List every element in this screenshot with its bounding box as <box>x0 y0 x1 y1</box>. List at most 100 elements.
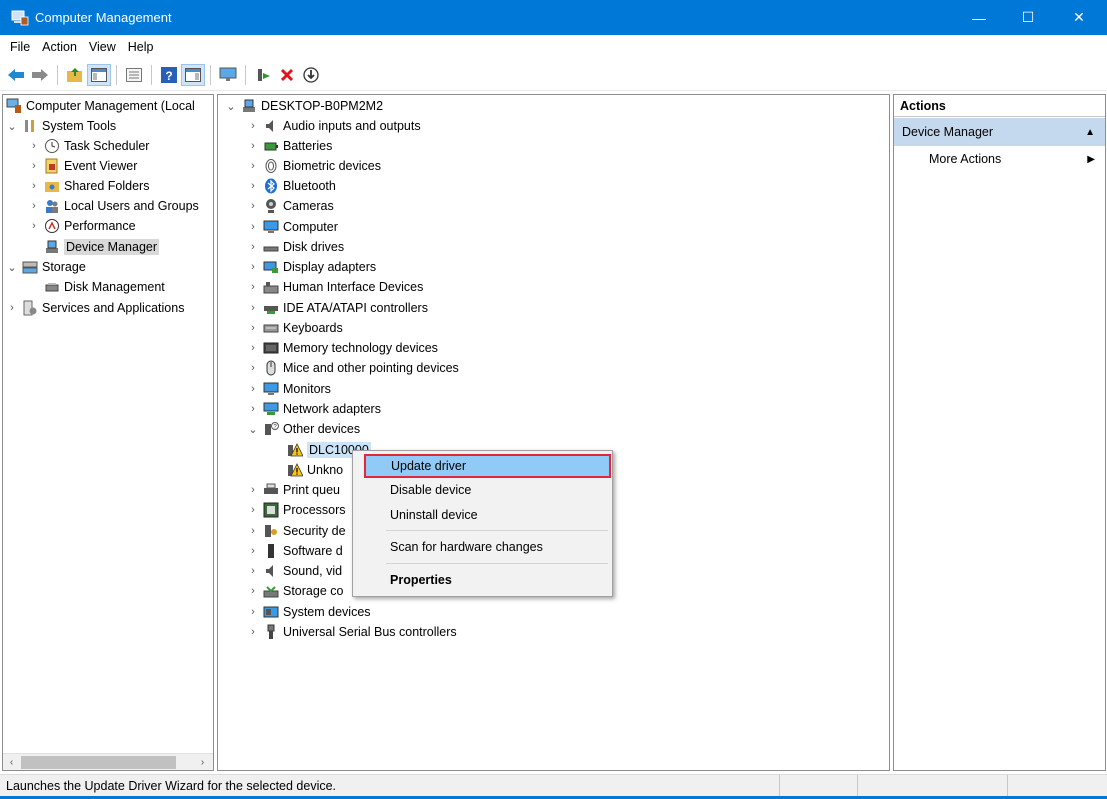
show-hide-tree-icon[interactable] <box>87 63 111 86</box>
chevron-right-icon[interactable]: › <box>246 545 260 557</box>
tree-item-usb-controllers[interactable]: › Universal Serial Bus controllers <box>246 622 457 642</box>
chevron-right-icon[interactable]: › <box>246 241 260 253</box>
scroll-right-icon[interactable]: › <box>194 754 211 771</box>
properties-menu-item[interactable]: Properties <box>355 568 610 592</box>
chevron-right-icon[interactable]: › <box>5 302 19 314</box>
forward-icon[interactable] <box>28 64 52 86</box>
chevron-right-icon[interactable]: › <box>27 200 41 212</box>
tree-item-services-applications[interactable]: › Services and Applications <box>5 298 184 318</box>
update-driver-menu-item[interactable]: Update driver <box>364 454 611 478</box>
help-icon[interactable]: ? <box>157 64 181 86</box>
tree-item-keyboards[interactable]: › Keyboards <box>246 318 343 338</box>
tree-item-bluetooth[interactable]: › Bluetooth <box>246 176 336 196</box>
tree-item-network-adapters[interactable]: › Network adapters <box>246 399 381 419</box>
tree-item-system-tools[interactable]: ⌄ System Tools <box>5 116 116 136</box>
tree-item-shared-folders[interactable]: › Shared Folders <box>27 176 149 196</box>
chevron-right-icon[interactable]: › <box>246 585 260 597</box>
tree-item-storage[interactable]: ⌄ Storage <box>5 257 85 277</box>
tree-item-software-devices[interactable]: › Software d <box>246 541 343 561</box>
horizontal-scrollbar[interactable]: ‹ › <box>3 753 213 770</box>
tree-item-disk-drives[interactable]: › Disk drives <box>246 237 344 257</box>
chevron-right-icon[interactable]: › <box>246 606 260 618</box>
uninstall-device-menu-item[interactable]: Uninstall device <box>355 503 610 527</box>
uninstall-icon[interactable] <box>275 64 299 86</box>
maximize-button[interactable]: ☐ <box>1004 0 1052 35</box>
chevron-right-icon[interactable]: › <box>246 221 260 233</box>
monitor-icon[interactable] <box>216 64 240 86</box>
tree-item-cameras[interactable]: › Cameras <box>246 196 334 216</box>
tree-item-local-users[interactable]: › Local Users and Groups <box>27 196 199 216</box>
tree-item-ide-ata[interactable]: › IDE ATA/ATAPI controllers <box>246 298 428 318</box>
chevron-right-icon[interactable]: › <box>246 120 260 132</box>
chevron-right-icon[interactable]: › <box>246 504 260 516</box>
chevron-right-icon[interactable]: › <box>246 302 260 314</box>
tree-item-storage-controllers[interactable]: › Storage co <box>246 581 343 601</box>
scrollbar-thumb[interactable] <box>21 756 176 769</box>
tree-item-processors[interactable]: › Processors <box>246 500 346 520</box>
menu-help[interactable]: Help <box>122 40 160 54</box>
tree-item-device-manager[interactable]: Device Manager <box>27 237 160 257</box>
actions-group-device-manager[interactable]: Device Manager ▲ <box>894 118 1105 146</box>
close-button[interactable]: ✕ <box>1055 0 1103 35</box>
scroll-left-icon[interactable]: ‹ <box>3 754 20 771</box>
menu-action[interactable]: Action <box>36 40 83 54</box>
menu-file[interactable]: File <box>4 40 36 54</box>
chevron-down-icon[interactable]: ⌄ <box>5 261 19 274</box>
enable-device-icon[interactable] <box>299 64 323 86</box>
scan-hardware-menu-item[interactable]: Scan for hardware changes <box>355 535 610 559</box>
tree-item-display-adapters[interactable]: › Display adapters <box>246 257 376 277</box>
tree-item-computer[interactable]: › Computer <box>246 217 338 237</box>
tree-item-task-scheduler[interactable]: › Task Scheduler <box>27 136 149 156</box>
tree-item-biometric[interactable]: › Biometric devices <box>246 156 381 176</box>
menu-view[interactable]: View <box>83 40 122 54</box>
chevron-right-icon[interactable]: › <box>246 322 260 334</box>
chevron-down-icon[interactable]: ⌄ <box>5 120 19 133</box>
back-icon[interactable] <box>4 64 28 86</box>
tree-item-sound-video[interactable]: › Sound, vid <box>246 561 342 581</box>
chevron-right-icon[interactable]: › <box>246 281 260 293</box>
tree-item-computer-management[interactable]: Computer Management (Local <box>3 96 195 116</box>
chevron-right-icon[interactable]: › <box>246 342 260 354</box>
tree-item-batteries[interactable]: › Batteries <box>246 136 332 156</box>
chevron-right-icon[interactable]: › <box>246 525 260 537</box>
minimize-button[interactable]: — <box>955 0 1003 35</box>
action-pane-icon[interactable] <box>181 63 205 86</box>
chevron-right-icon[interactable]: › <box>246 200 260 212</box>
tree-item-memory-tech[interactable]: › Memory technology devices <box>246 338 438 358</box>
chevron-right-icon[interactable]: › <box>27 140 41 152</box>
tree-item-unknown-device[interactable]: Unkno <box>270 460 343 480</box>
collapse-up-icon[interactable]: ▲ <box>1085 127 1095 138</box>
chevron-right-icon[interactable]: › <box>246 362 260 374</box>
tree-item-event-viewer[interactable]: › Event Viewer <box>27 156 137 176</box>
chevron-right-icon[interactable]: › <box>246 180 260 192</box>
tree-item-other-devices[interactable]: ⌄ ? Other devices <box>246 419 360 439</box>
chevron-right-icon[interactable]: › <box>246 626 260 638</box>
more-actions-item[interactable]: More Actions ▶ <box>894 146 1105 172</box>
tree-item-security-devices[interactable]: › Security de <box>246 521 345 541</box>
chevron-down-icon[interactable]: ⌄ <box>224 100 238 113</box>
disable-device-menu-item[interactable]: Disable device <box>355 478 610 502</box>
chevron-right-icon[interactable]: › <box>246 261 260 273</box>
chevron-right-icon[interactable]: › <box>246 140 260 152</box>
chevron-right-icon[interactable]: › <box>246 403 260 415</box>
chevron-right-icon[interactable]: › <box>246 383 260 395</box>
tree-item-system-devices[interactable]: › System devices <box>246 602 370 622</box>
chevron-down-icon[interactable]: ⌄ <box>246 423 260 436</box>
chevron-right-icon[interactable]: › <box>246 160 260 172</box>
chevron-right-icon[interactable]: › <box>246 565 260 577</box>
chevron-right-icon[interactable]: › <box>27 180 41 192</box>
chevron-right-icon[interactable]: › <box>27 220 41 232</box>
tree-item-hid[interactable]: › Human Interface Devices <box>246 277 423 297</box>
up-folder-icon[interactable] <box>63 64 87 86</box>
tree-item-desktop-root[interactable]: ⌄ DESKTOP-B0PM2M2 <box>224 96 383 116</box>
tree-item-audio-inputs[interactable]: › Audio inputs and outputs <box>246 116 420 136</box>
chevron-right-icon[interactable]: › <box>27 160 41 172</box>
update-driver-icon[interactable] <box>251 64 275 86</box>
tree-item-mice[interactable]: › Mice and other pointing devices <box>246 358 459 378</box>
tree-item-disk-management[interactable]: Disk Management <box>27 277 165 297</box>
tree-item-performance[interactable]: › Performance <box>27 216 136 236</box>
tree-item-monitors[interactable]: › Monitors <box>246 379 331 399</box>
tree-item-print-queues[interactable]: › Print queu <box>246 480 340 500</box>
properties-icon[interactable] <box>122 64 146 86</box>
chevron-right-icon[interactable]: › <box>246 484 260 496</box>
